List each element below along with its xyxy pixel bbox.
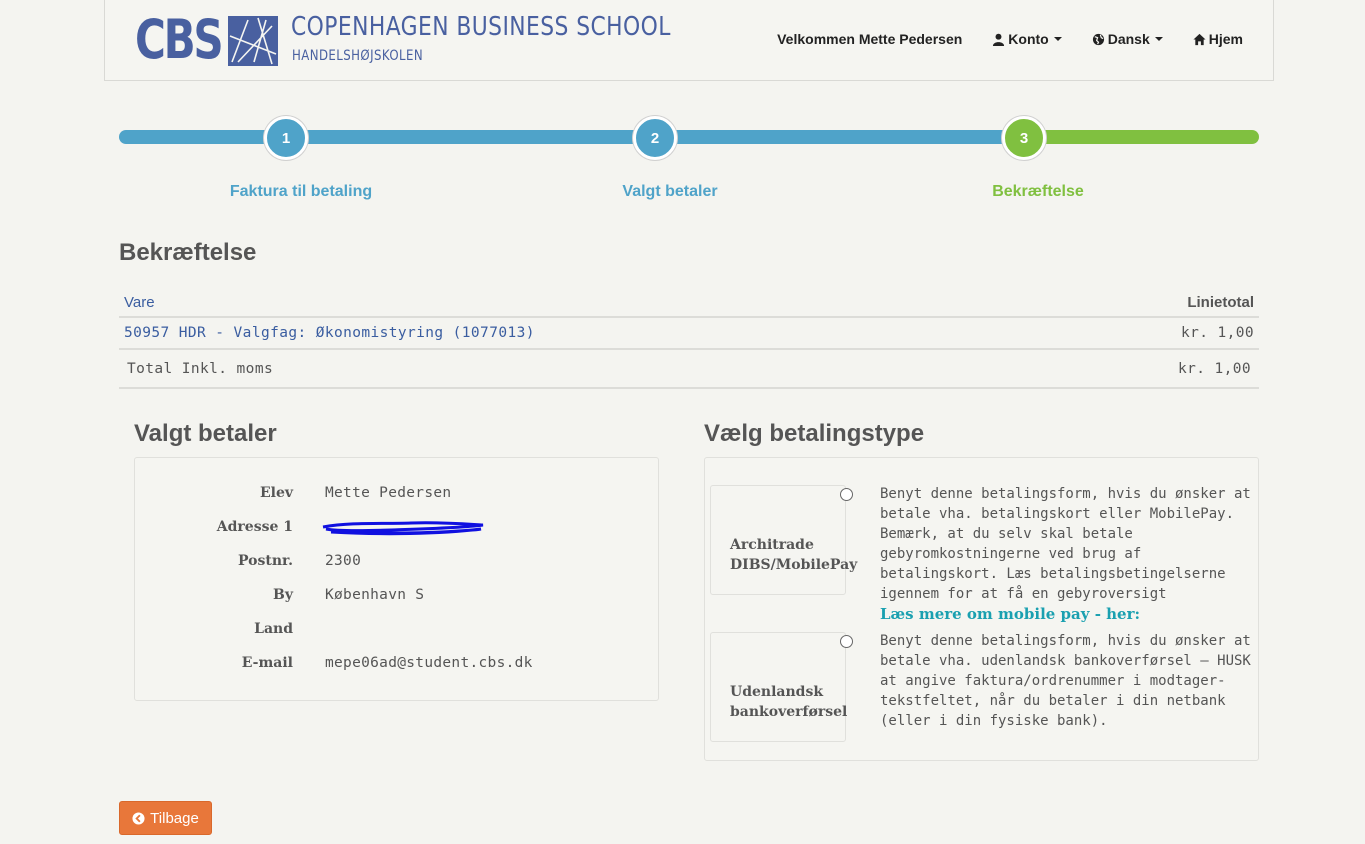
home-icon [1193,33,1206,45]
table-total-row: Total Inkl. moms kr. 1,00 [119,350,1259,389]
progress-bar-current [1024,130,1259,144]
col-header-item: Vare [124,294,155,311]
mobilepay-info-link[interactable]: Læs mere om mobile pay - her: [880,605,1140,623]
globe-icon [1092,33,1104,45]
step-2-label: Valgt betaler [622,183,718,200]
item-total: kr. 1,00 [1180,325,1254,341]
chevron-down-icon [1053,37,1062,41]
cbs-logo[interactable]: CBS COPENHAGEN BUSINESS SCHOOL HANDELSHØ… [135,8,670,71]
info-label: Land [254,621,293,637]
info-row-city: By København S [135,587,655,607]
item-name[interactable]: 50957 HDR - Valgfag: Økonomistyring (107… [124,325,535,341]
step-2-circle: 2 [633,116,677,160]
back-button[interactable]: Tilbage [119,801,212,835]
table-header: Vare Linietotal [119,287,1259,318]
payment-option-name: Udenlandsk [730,684,824,700]
redacted-scribble [322,521,484,536]
payment-radio-dibs[interactable] [840,488,853,501]
info-label: Postnr. [238,553,293,569]
order-table: Vare Linietotal 50957 HDR - Valgfag: Øko… [119,287,1259,389]
info-value: mepe06ad@student.cbs.dk [325,655,533,671]
language-menu[interactable]: Dansk [1092,31,1163,47]
info-label: By [273,587,293,603]
description-text: Benyt denne betalingsform, hvis du ønske… [880,633,1251,729]
total-value: kr. 1,00 [1177,361,1251,377]
description-text: Benyt denne betalingsform, hvis du ønske… [880,486,1251,602]
info-row-email: E-mail mepe06ad@student.cbs.dk [135,655,655,675]
info-label: Adresse 1 [216,519,293,535]
account-label: Konto [1008,31,1049,47]
payment-option-dibs[interactable]: Architrade DIBS/MobilePay [710,485,857,595]
payer-title: Valgt betaler [134,420,277,447]
payment-panel: Architrade DIBS/MobilePay Benyt denne be… [704,457,1259,761]
step-1-circle: 1 [264,116,308,160]
page-title: Bekræftelse [119,239,257,266]
nav-right: Velkommen Mette Pedersen Konto Dansk Hje… [777,31,1243,47]
progress-stepper: 1 2 3 Faktura til betaling Valgt betaler… [119,116,1259,206]
language-label: Dansk [1107,31,1150,47]
payment-option-description: Benyt denne betalingsform, hvis du ønske… [880,484,1255,625]
logo-cbs-text: CBS [135,8,224,71]
home-link[interactable]: Hjem [1193,31,1243,47]
user-icon [993,33,1005,46]
welcome-text: Velkommen Mette Pedersen [777,31,963,47]
payment-radio-bank-transfer[interactable] [840,635,853,648]
logo-line-2: HANDELSHØJSKOLEN [292,48,424,64]
arrow-circle-left-icon [132,811,145,825]
info-row-elev: Elev Mette Pedersen [135,485,655,505]
progress-bar-done [119,130,1029,144]
logo-line-1: COPENHAGEN BUSINESS SCHOOL [291,12,671,42]
info-row-address: Adresse 1 [135,519,655,539]
step-3-circle: 3 [1002,116,1046,160]
payment-option-name: Architrade [730,537,814,553]
payer-panel: Elev Mette Pedersen Adresse 1 Postnr. 23… [134,457,659,701]
info-value: København S [325,587,425,603]
payment-option-name: bankoverførsel [730,704,848,720]
step-1-label: Faktura til betaling [229,183,373,200]
total-label: Total Inkl. moms [127,361,274,377]
info-value: 2300 [325,553,362,569]
payment-option-bank-transfer[interactable]: Udenlandsk bankoverførsel [710,632,853,742]
payment-option-name: DIBS/MobilePay [730,557,858,573]
chevron-down-icon [1154,37,1163,41]
payment-option-description: Benyt denne betalingsform, hvis du ønske… [880,631,1255,731]
top-navbar: CBS COPENHAGEN BUSINESS SCHOOL HANDELSHØ… [104,0,1274,81]
payment-title: Vælg betalingstype [704,420,925,447]
col-header-total: Linietotal [1187,294,1254,311]
info-value: Mette Pedersen [325,485,452,501]
info-row-country: Land [135,621,655,641]
info-label: Elev [259,485,293,501]
home-label: Hjem [1208,31,1243,47]
account-menu[interactable]: Konto [992,31,1062,47]
info-label: E-mail [241,655,293,671]
info-row-postal: Postnr. 2300 [135,553,655,573]
logo-mark-icon [228,16,278,66]
table-row: 50957 HDR - Valgfag: Økonomistyring (107… [119,318,1259,350]
step-3-label: Bekræftelse [992,183,1084,200]
back-button-label: Tilbage [150,809,199,827]
